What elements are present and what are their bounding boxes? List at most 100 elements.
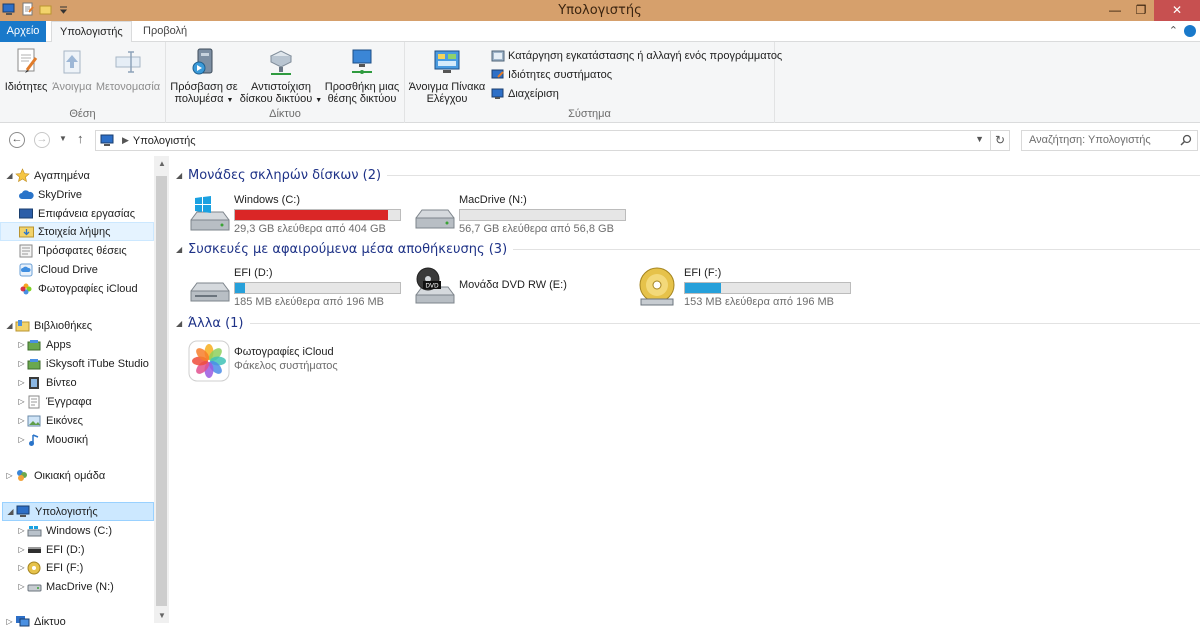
nav-homegroup[interactable]: ▷ Οικιακή ομάδα [5, 466, 159, 485]
scroll-down-icon[interactable]: ▼ [158, 611, 166, 620]
removable-drive-icon [190, 282, 230, 302]
nav-label: EFI (F:) [46, 561, 84, 574]
access-media-button[interactable]: Πρόσβαση σε πολυμέσα ▼ [170, 46, 238, 107]
tab-computer[interactable]: Υπολογιστής [51, 21, 132, 43]
expand-arrow-icon[interactable]: ▷ [17, 526, 26, 535]
expand-arrow-icon[interactable]: ▷ [17, 545, 26, 554]
collapse-arrow-icon[interactable]: ◢ [5, 171, 14, 180]
ribbon-collapse-icon[interactable]: ⌃ [1169, 24, 1178, 37]
expand-arrow-icon[interactable]: ▷ [17, 359, 26, 368]
nav-label: iSkysoft iTube Studio [46, 357, 149, 370]
nav-label: iCloud Drive [38, 263, 98, 276]
search-icon[interactable] [1180, 134, 1192, 146]
close-button[interactable]: ✕ [1154, 0, 1200, 21]
tab-file[interactable]: Αρχείο [0, 21, 46, 42]
hard-drive-icon [26, 579, 42, 595]
help-icon[interactable] [1184, 25, 1196, 37]
nav-windows-c[interactable]: ▷ Windows (C:) [17, 521, 154, 540]
expand-arrow-icon[interactable]: ▷ [17, 435, 26, 444]
drive-tile-macdrive-n[interactable]: MacDrive (N:) 56,7 GB ελεύθερα από 56,8 … [412, 192, 632, 236]
nav-recent-places[interactable]: Πρόσφατες θέσεις [18, 241, 154, 260]
nav-downloads[interactable]: Στοιχεία λήψης [0, 222, 154, 241]
nav-icloud-drive[interactable]: iCloud Drive [18, 260, 154, 279]
search-input[interactable]: Αναζήτηση: Υπολογιστής [1021, 130, 1198, 151]
open-button[interactable]: Άνοιγμα [52, 46, 92, 93]
address-bar[interactable]: ▶ Υπολογιστής ▼ [95, 130, 991, 151]
forward-button[interactable]: → [34, 132, 50, 148]
drive-tile-windows-c[interactable]: Windows (C:) 29,3 GB ελεύθερα από 404 GB [187, 192, 407, 236]
recent-locations-icon[interactable]: ▼ [59, 134, 67, 143]
nav-pictures[interactable]: ▷ Εικόνες [17, 411, 154, 430]
nav-label: Στοιχεία λήψης [38, 225, 111, 238]
expand-arrow-icon[interactable]: ▷ [17, 397, 26, 406]
collapse-arrow-icon[interactable]: ◢ [6, 507, 15, 516]
nav-scrollbar[interactable]: ▲ ▼ [154, 156, 169, 623]
drive-tile-efi-f[interactable]: EFI (F:) 153 MB ελεύθερα από 196 MB [637, 265, 857, 309]
nav-label: Μουσική [46, 433, 89, 446]
nav-desktop[interactable]: Επιφάνεια εργασίας [18, 204, 154, 223]
collapse-group-icon[interactable]: ◢ [176, 319, 188, 328]
minimize-button[interactable]: — [1102, 0, 1128, 21]
nav-efi-f[interactable]: ▷ EFI (F:) [17, 558, 154, 577]
expand-arrow-icon[interactable]: ▷ [17, 340, 26, 349]
expand-arrow-icon[interactable]: ▷ [5, 471, 14, 480]
nav-efi-d[interactable]: ▷ EFI (D:) [17, 540, 154, 559]
maximize-button[interactable]: ❐ [1128, 0, 1154, 21]
nav-favorites[interactable]: ◢ Αγαπημένα [5, 166, 159, 185]
refresh-button[interactable]: ↻ [991, 130, 1010, 151]
windows-drive-icon [26, 523, 42, 539]
open-control-panel-button[interactable]: Άνοιγμα Πίνακα Ελέγχου [407, 46, 487, 105]
add-network-location-button[interactable]: Προσθήκη μιας θέσης δικτύου [323, 46, 401, 105]
scrollbar-thumb[interactable] [156, 176, 167, 606]
nav-skydrive[interactable]: SkyDrive [18, 185, 154, 204]
nav-libraries[interactable]: ◢ Βιβλιοθήκες [5, 316, 159, 335]
drive-name: MacDrive (N:) [459, 194, 527, 206]
expand-arrow-icon[interactable]: ▷ [5, 617, 14, 626]
drive-tile-efi-d[interactable]: EFI (D:) 185 MB ελεύθερα από 196 MB [187, 265, 407, 309]
recent-places-icon [18, 243, 34, 259]
group-header-hard-drives[interactable]: ◢ Μονάδες σκληρών δίσκων (2) [176, 165, 1200, 185]
expand-arrow-icon[interactable]: ▷ [17, 582, 26, 591]
rename-button[interactable]: Μετονομασία [95, 46, 161, 93]
folder-tile-icloud-photos[interactable]: Φωτογραφίες iCloud Φάκελος συστήματος [187, 339, 407, 383]
nav-icloud-photos[interactable]: Φωτογραφίες iCloud [18, 279, 154, 298]
nav-label: Πρόσφατες θέσεις [38, 244, 127, 257]
nav-label: Αγαπημένα [34, 169, 90, 182]
drive-usage-bar [234, 282, 401, 294]
drive-tile-dvd-e[interactable]: DVD Μονάδα DVD RW (E:) [412, 265, 632, 309]
collapse-group-icon[interactable]: ◢ [176, 171, 188, 180]
system-properties-button[interactable]: Ιδιότητες συστήματος [491, 66, 612, 83]
expand-arrow-icon[interactable]: ▷ [17, 563, 26, 572]
scroll-up-icon[interactable]: ▲ [158, 159, 166, 168]
nav-label: Δίκτυο [34, 615, 66, 628]
back-button[interactable]: ← [9, 132, 25, 148]
nav-macdrive[interactable]: ▷ MacDrive (N:) [17, 577, 154, 596]
control-panel-icon [434, 50, 460, 73]
up-arrow-icon[interactable]: ↑ [77, 131, 84, 146]
nav-video[interactable]: ▷ Βίντεο [17, 373, 154, 392]
map-network-drive-button[interactable]: Αντιστοίχιση δίσκου δικτύου ▼ [239, 46, 323, 107]
nav-computer[interactable]: ◢ Υπολογιστής [2, 502, 154, 521]
nav-apps[interactable]: ▷ Apps [17, 335, 154, 354]
cloud-icon [18, 187, 34, 203]
collapse-group-icon[interactable]: ◢ [176, 245, 188, 254]
nav-iskysoft[interactable]: ▷ iSkysoft iTube Studio [17, 354, 154, 373]
collapse-arrow-icon[interactable]: ◢ [5, 321, 14, 330]
expand-arrow-icon[interactable]: ▷ [17, 416, 26, 425]
breadcrumb[interactable]: Υπολογιστής [133, 135, 196, 147]
nav-documents[interactable]: ▷ Έγγραφα [17, 392, 154, 411]
uninstall-program-button[interactable]: Κατάργηση εγκατάστασης ή αλλαγή ενός προ… [491, 47, 782, 64]
nav-label: Βίντεο [46, 376, 77, 389]
nav-music[interactable]: ▷ Μουσική [17, 430, 154, 449]
properties-button[interactable]: Ιδιότητες [4, 46, 48, 93]
group-header-other[interactable]: ◢ Άλλα (1) [176, 313, 1200, 333]
address-dropdown-icon[interactable]: ▼ [975, 134, 984, 144]
nav-network[interactable]: ▷ Δίκτυο [5, 612, 159, 631]
breadcrumb-separator-icon[interactable]: ▶ [122, 135, 129, 146]
group-header-removable[interactable]: ◢ Συσκευές με αφαιρούμενα μέσα αποθήκευσ… [176, 239, 1200, 259]
tab-view[interactable]: Προβολή [135, 21, 195, 42]
nav-label: Οικιακή ομάδα [34, 469, 106, 482]
expand-arrow-icon[interactable]: ▷ [17, 378, 26, 387]
manage-button[interactable]: Διαχείριση [491, 85, 559, 102]
group-divider [249, 322, 1200, 324]
